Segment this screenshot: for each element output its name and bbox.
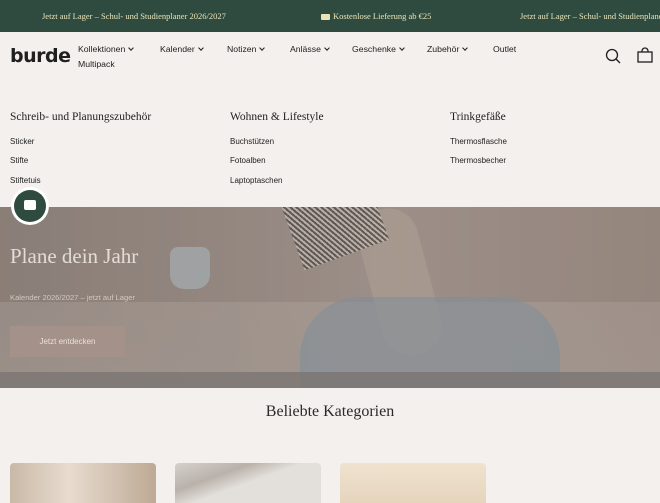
- nav-item-notizen[interactable]: Notizen: [227, 44, 266, 54]
- menu-link-sticker[interactable]: Sticker: [10, 137, 34, 146]
- chevron-down-icon: [324, 45, 330, 51]
- announcement-text-3: Jetzt auf Lager – Schul- und Studienplan…: [520, 11, 660, 21]
- category-card[interactable]: [175, 463, 321, 503]
- chevron-down-icon: [462, 45, 469, 51]
- section-title: Beliebte Kategorien: [265, 403, 395, 420]
- menu-link-fotoalben[interactable]: Fotoalben: [230, 156, 266, 165]
- chat-button[interactable]: [11, 187, 49, 225]
- menu-column-title: Trinkgefäße: [450, 111, 506, 123]
- categories-section: Beliebte Kategorien: [0, 388, 660, 503]
- announcement-text-2: Kostenlose Lieferung ab €25: [321, 11, 431, 21]
- hero-bottom-band: [0, 372, 660, 388]
- nav-item-anlaesse[interactable]: Anlässe: [290, 44, 330, 54]
- search-icon[interactable]: [604, 47, 622, 65]
- hero-title: Plane dein Jahr: [10, 244, 139, 268]
- menu-link-thermosbecher[interactable]: Thermosbecher: [450, 156, 506, 165]
- nav-item-zubehoer[interactable]: Zubehör: [427, 44, 469, 54]
- nav-item-geschenke[interactable]: Geschenke: [352, 44, 405, 54]
- menu-column-title: Wohnen & Lifestyle: [230, 111, 324, 123]
- chat-bubble-icon: [24, 200, 36, 210]
- chevron-down-icon: [399, 45, 405, 51]
- nav-item-outlet[interactable]: Outlet: [493, 44, 516, 54]
- chat-icon: [14, 190, 46, 222]
- hero-cta-button[interactable]: Jetzt entdecken: [10, 326, 125, 357]
- category-card[interactable]: [340, 463, 486, 503]
- brand-logo[interactable]: burde: [10, 45, 71, 67]
- menu-link-thermosflasche[interactable]: Thermosflasche: [450, 137, 507, 146]
- announcement-text-1: Jetzt auf Lager – Schul- und Studienplan…: [42, 11, 226, 21]
- nav-item-multipack[interactable]: Multipack: [78, 59, 115, 69]
- chevron-down-icon: [128, 45, 135, 51]
- hero-subtitle: Kalender 2026/2027 – jetzt auf Lager: [10, 293, 135, 302]
- menu-link-laptoptaschen[interactable]: Laptoptaschen: [230, 176, 283, 185]
- category-card[interactable]: [10, 463, 156, 503]
- menu-column-title: Schreib- und Planungszubehör: [10, 111, 152, 123]
- chevron-down-icon: [259, 45, 266, 51]
- hero-banner: Plane dein Jahr Kalender 2026/2027 – jet…: [0, 207, 660, 388]
- cart-icon[interactable]: [636, 47, 654, 65]
- mega-menu: Schreib- und Planungszubehör Sticker Sti…: [0, 84, 660, 207]
- chevron-down-icon: [197, 45, 204, 51]
- nav-item-kollektionen[interactable]: Kollektionen: [78, 44, 135, 54]
- menu-link-stifte[interactable]: Stifte: [10, 156, 28, 165]
- menu-link-buchstuetzen[interactable]: Buchstützen: [230, 137, 274, 146]
- announcement-bar: Jetzt auf Lager – Schul- und Studienplan…: [0, 0, 660, 32]
- nav-item-kalender[interactable]: Kalender: [160, 44, 204, 54]
- menu-link-stiftetuis[interactable]: Stiftetuis: [10, 176, 41, 185]
- site-header: burde Kollektionen Kalender Notizen Anlä…: [0, 32, 660, 84]
- truck-icon: [321, 14, 330, 20]
